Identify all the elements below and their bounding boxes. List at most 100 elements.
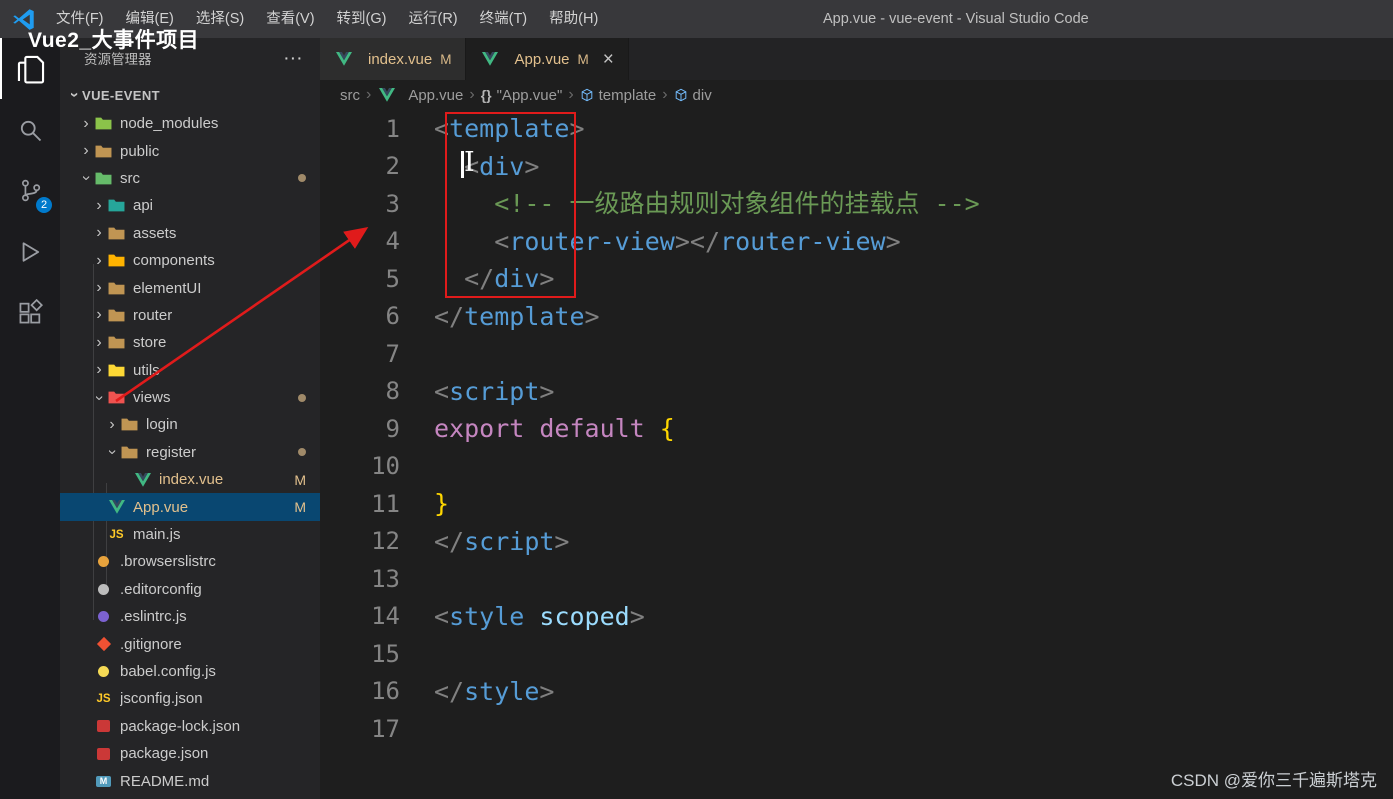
symbol-icon (674, 88, 688, 102)
tree-item-package-json[interactable]: package.json (60, 740, 320, 767)
menu-item[interactable]: 查看(V) (255, 0, 325, 38)
source-control-badge: 2 (36, 197, 52, 213)
breadcrumb-item[interactable]: App.vue (377, 87, 463, 104)
line-number: 1 (385, 114, 400, 143)
tree-item-register[interactable]: › register (60, 439, 320, 466)
editor-indent-guide (446, 148, 447, 298)
breadcrumb-item[interactable]: div (674, 87, 712, 104)
run-debug-icon[interactable] (0, 221, 60, 282)
tree-item-label: components (133, 252, 215, 270)
tree-item-label: api (133, 197, 154, 215)
chevron-down-icon: › (104, 449, 121, 456)
code-line: 6 </template> (320, 298, 1393, 336)
more-actions-icon[interactable]: ··· (285, 51, 305, 66)
vue-icon (377, 87, 396, 103)
menu-item[interactable]: 转到(G) (326, 0, 398, 38)
folder-register-icon (120, 444, 139, 460)
vue-icon (334, 51, 353, 67)
eslint-icon (94, 609, 113, 625)
tree-item-jsconfig-json[interactable]: JS jsconfig.json (60, 685, 320, 712)
explorer-sidebar: 资源管理器 ··· › VUE-EVENT › node_modules › publ… (60, 38, 320, 799)
chevron-down-icon: › (91, 394, 108, 401)
folder-views-icon (107, 390, 126, 406)
babel-icon (94, 664, 113, 680)
git-modified-badge: M (294, 471, 306, 488)
workspace-section-header[interactable]: › VUE-EVENT (60, 84, 320, 106)
tree-item-components[interactable]: › components (60, 247, 320, 274)
chevron-right-icon: › (109, 415, 115, 433)
tab-app-vue[interactable]: App.vue M × (466, 38, 629, 80)
tree-item-main-js[interactable]: JS main.js (60, 521, 320, 548)
tree-item-login[interactable]: › login (60, 411, 320, 438)
tree-item-readme-md[interactable]: M README.md (60, 767, 320, 794)
tree-item-label: .editorconfig (120, 580, 202, 598)
menu-item[interactable]: 帮助(H) (538, 0, 609, 38)
tree-item-api[interactable]: › api (60, 192, 320, 219)
tree-item-elementui[interactable]: › elementUI (60, 274, 320, 301)
breadcrumb-item[interactable]: template (580, 87, 656, 104)
chevron-right-icon: › (96, 196, 102, 214)
menu-item[interactable]: 终端(T) (469, 0, 539, 38)
workspace-name: VUE-EVENT (82, 87, 161, 103)
breadcrumb-item[interactable]: {} "App.vue" (481, 87, 563, 104)
source-control-icon[interactable]: 2 (0, 160, 60, 221)
npm-icon (94, 718, 113, 734)
tree-item-label: index.vue (159, 471, 224, 489)
tree-item-label: node_modules (120, 115, 219, 133)
tree-item-src[interactable]: › src (60, 165, 320, 192)
extensions-icon[interactable] (0, 282, 60, 343)
line-number: 14 (371, 602, 400, 631)
tree-item-gitignore[interactable]: .gitignore (60, 630, 320, 657)
editorconfig-icon (94, 581, 113, 597)
folder-api-icon (107, 198, 126, 214)
folder-router-icon (107, 307, 126, 323)
line-number: 16 (371, 677, 400, 706)
tree-item-router[interactable]: › router (60, 302, 320, 329)
search-icon[interactable] (0, 99, 60, 160)
tree-item-assets[interactable]: › assets (60, 220, 320, 247)
code-editor[interactable]: 1 <template> 2 <div> 3 <!-- 一级路由规则对象组件的挂载点 … (320, 110, 1393, 799)
tree-item-public[interactable]: › public (60, 137, 320, 164)
video-overlay-title: Vue2_大事件项目 (28, 29, 200, 52)
code-line: 12 </script> (320, 523, 1393, 561)
tree-item-label: package-lock.json (120, 717, 241, 735)
line-number: 12 (371, 527, 400, 556)
tree-item-babel-config-js[interactable]: babel.config.js (60, 658, 320, 685)
tree-item-label: .eslintrc.js (120, 608, 187, 626)
tree-item-browserslistrc[interactable]: .browserslistrc (60, 548, 320, 575)
folder-components-icon (107, 253, 126, 269)
line-number: 4 (385, 227, 400, 256)
chevron-right-icon: › (96, 333, 102, 351)
tree-item-eslintrc-js[interactable]: .eslintrc.js (60, 603, 320, 630)
code-line: 1 <template> (320, 110, 1393, 148)
tab-label: index.vue (368, 50, 433, 68)
close-icon[interactable]: × (603, 50, 614, 69)
chevron-right-icon: › (96, 251, 102, 269)
tree-item-label: register (146, 443, 197, 461)
git-modified-badge: M (440, 51, 452, 67)
line-number: 9 (385, 414, 400, 443)
tree-item-label: views (133, 389, 171, 407)
breadcrumb-label: "App.vue" (496, 86, 563, 104)
line-number: 8 (385, 377, 400, 406)
browserslist-icon (94, 554, 113, 570)
vue-icon (480, 51, 499, 67)
tab-index-vue[interactable]: index.vue M (320, 38, 467, 80)
tree-item-app-vue[interactable]: App.vue M (60, 493, 320, 521)
tree-item-editorconfig[interactable]: .editorconfig (60, 576, 320, 603)
tree-item-views[interactable]: › views (60, 384, 320, 411)
breadcrumb-item[interactable]: src (340, 87, 360, 104)
tree-item-utils[interactable]: › utils (60, 357, 320, 384)
tree-item-package-lock-json[interactable]: package-lock.json (60, 713, 320, 740)
code-line: 9 export default { (320, 410, 1393, 448)
braces-icon: {} (480, 87, 492, 103)
tree-item-store[interactable]: › store (60, 329, 320, 356)
code-line: 13 (320, 560, 1393, 598)
breadcrumb-label: src (340, 86, 360, 104)
menu-item[interactable]: 运行(R) (397, 0, 468, 38)
tree-item-node-modules[interactable]: › node_modules (60, 110, 320, 137)
vscode-window: 文件(F) 编辑(E) 选择(S) 查看(V) 转到(G) 运行(R) 终端(T) 帮助(H)… (0, 0, 1393, 799)
tree-item-index-vue[interactable]: index.vue M (60, 466, 320, 493)
code-line: 11} (320, 485, 1393, 523)
window-title: App.vue - vue-event - Visual Studio Code (823, 11, 1089, 27)
